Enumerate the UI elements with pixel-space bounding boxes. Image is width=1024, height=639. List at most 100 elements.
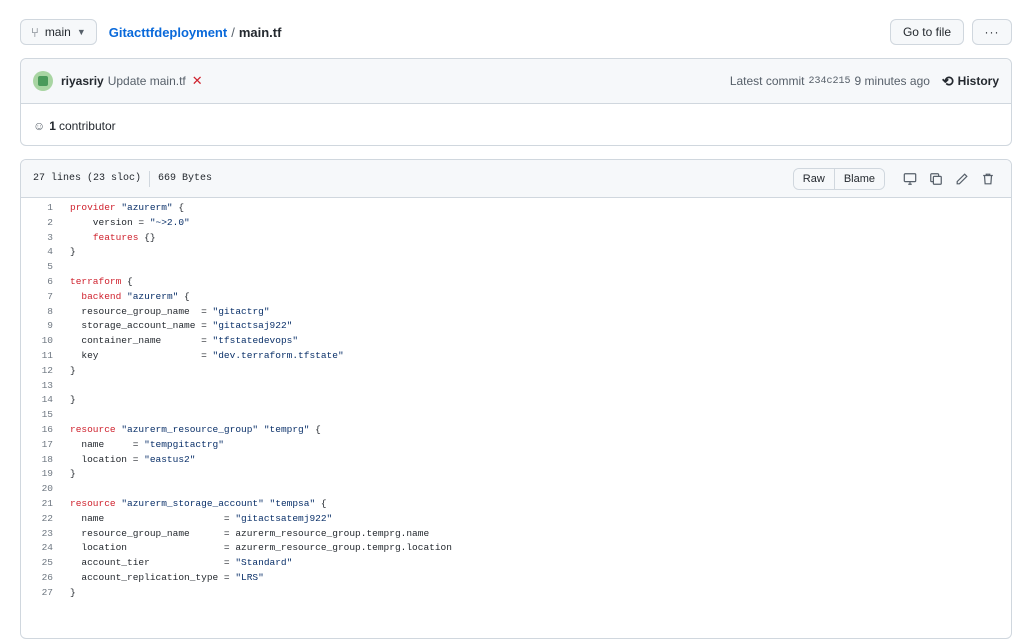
- code-text: location = azurerm_resource_group.temprg…: [70, 542, 452, 554]
- file-actions: Raw Blame: [792, 167, 999, 190]
- failed-status-icon[interactable]: ✕: [192, 73, 203, 89]
- code-text: resource_group_name = "gitactrg": [70, 305, 270, 317]
- code-line: 14}: [21, 393, 1011, 408]
- latest-commit-row: riyasriy Update main.tf ✕ Latest commit …: [21, 59, 1011, 104]
- line-number[interactable]: 15: [21, 408, 70, 423]
- commit-sha[interactable]: 234c215: [809, 76, 851, 87]
- code-text: name = "tempgitactrg": [70, 438, 224, 450]
- header-divider: [149, 170, 151, 187]
- line-number[interactable]: 3: [21, 231, 70, 246]
- line-number[interactable]: 13: [21, 379, 70, 394]
- code-line: 8 resource_group_name = "gitactrg": [21, 305, 1011, 320]
- code-line: 7 backend "azurerm" {: [21, 290, 1011, 305]
- line-number[interactable]: 1: [21, 201, 70, 216]
- contributors-row[interactable]: ☺ 1 contributor: [21, 104, 1011, 147]
- breadcrumb: Gitacttfdeployment / main.tf: [109, 25, 282, 40]
- code-line: 17 name = "tempgitactrg": [21, 438, 1011, 453]
- line-number[interactable]: 21: [21, 497, 70, 512]
- line-number[interactable]: 8: [21, 305, 70, 320]
- line-number[interactable]: 18: [21, 453, 70, 468]
- code-text: location = "eastus2": [70, 453, 196, 465]
- avatar[interactable]: [33, 71, 53, 91]
- raw-blame-group: Raw Blame: [792, 167, 885, 190]
- pencil-icon[interactable]: [951, 168, 973, 190]
- desktop-icon[interactable]: [899, 168, 921, 190]
- file-viewer: 27 lines (23 sloc) 669 Bytes Raw Blame 1…: [20, 159, 1012, 639]
- code-line: 22 name = "gitactsatemj922": [21, 512, 1011, 527]
- code-table: 1 provider "azurerm" {2 version = "~>2.0"…: [21, 198, 1011, 601]
- commit-info-box: riyasriy Update main.tf ✕ Latest commit …: [20, 58, 1012, 146]
- code-line: 20: [21, 482, 1011, 497]
- code-line: 3 features {}: [21, 231, 1011, 246]
- code-line: 10 container_name = "tfstatedevops": [21, 334, 1011, 349]
- people-icon: ☺: [33, 118, 46, 133]
- code-text: }: [70, 468, 76, 480]
- code-text: container_name = "tfstatedevops": [70, 335, 299, 347]
- git-branch-icon: ⑂: [31, 24, 39, 40]
- line-number[interactable]: 6: [21, 275, 70, 290]
- file-size: 669 Bytes: [158, 173, 213, 184]
- commit-author[interactable]: riyasriy: [61, 74, 104, 88]
- code-text: }: [70, 586, 76, 598]
- code-text: }: [70, 364, 76, 376]
- code-line: 19}: [21, 467, 1011, 482]
- code-text: resource "azurerm_storage_account" "temp…: [70, 497, 327, 509]
- line-number[interactable]: 5: [21, 260, 70, 275]
- repo-link[interactable]: Gitacttfdeployment: [109, 25, 227, 40]
- line-number[interactable]: 20: [21, 482, 70, 497]
- line-count-info: 27 lines (23 sloc): [33, 173, 142, 184]
- line-number[interactable]: 16: [21, 423, 70, 438]
- code-line: 25 account_tier = "Standard": [21, 556, 1011, 571]
- history-link[interactable]: ⟲ History: [942, 73, 999, 90]
- copy-icon[interactable]: [925, 168, 947, 190]
- trash-icon[interactable]: [977, 168, 999, 190]
- code-text: }: [70, 394, 76, 406]
- code-text: features {}: [92, 231, 156, 243]
- line-number[interactable]: 26: [21, 571, 70, 586]
- code-line: 26 account_replication_type = "LRS": [21, 571, 1011, 586]
- line-number[interactable]: 10: [21, 334, 70, 349]
- branch-selector-button[interactable]: ⑂ main ▼: [20, 19, 97, 45]
- code-line: 18 location = "eastus2": [21, 453, 1011, 468]
- blame-button[interactable]: Blame: [833, 168, 884, 189]
- line-number[interactable]: 23: [21, 527, 70, 542]
- go-to-file-button[interactable]: Go to file: [889, 19, 964, 45]
- commit-message[interactable]: Update main.tf: [108, 74, 186, 88]
- code-text: provider "azurerm" {: [70, 202, 185, 213]
- history-icon: ⟲: [941, 72, 954, 89]
- code-text: resource "azurerm_resource_group" "tempr…: [70, 423, 321, 435]
- line-number[interactable]: 27: [21, 586, 70, 601]
- code-text: version = "~>2.0": [70, 216, 190, 228]
- file-navigation-bar: ⑂ main ▼ Gitacttfdeployment / main.tf Go t…: [20, 18, 1012, 46]
- line-number[interactable]: 4: [21, 245, 70, 260]
- commit-time: 9 minutes ago: [854, 74, 930, 88]
- code-text: backend "azurerm" {: [81, 290, 190, 302]
- code-line: 5: [21, 260, 1011, 275]
- code-text: name = "gitactsatemj922": [70, 512, 333, 524]
- line-number[interactable]: 19: [21, 467, 70, 482]
- line-number[interactable]: 25: [21, 556, 70, 571]
- top-actions: Go to file ···: [889, 19, 1012, 45]
- code-line: 13: [21, 379, 1011, 394]
- line-number[interactable]: 11: [21, 349, 70, 364]
- code-line: 2 version = "~>2.0": [21, 216, 1011, 231]
- line-number[interactable]: 12: [21, 364, 70, 379]
- raw-button[interactable]: Raw: [793, 168, 834, 189]
- code-line: 27}: [21, 586, 1011, 601]
- code-line: 1 provider "azurerm" {: [21, 201, 1011, 216]
- line-number[interactable]: 14: [21, 393, 70, 408]
- line-number[interactable]: 7: [21, 290, 70, 305]
- latest-commit-label: Latest commit: [729, 74, 805, 88]
- code-text: resource_group_name = azurerm_resource_g…: [70, 527, 430, 539]
- code-text: account_replication_type = "LRS": [70, 571, 264, 583]
- code-line: 23 resource_group_name = azurerm_resourc…: [21, 527, 1011, 542]
- code-text: key = "dev.terraform.tfstate": [70, 349, 344, 361]
- line-number[interactable]: 22: [21, 512, 70, 527]
- line-number[interactable]: 2: [21, 216, 70, 231]
- line-number[interactable]: 17: [21, 438, 70, 453]
- code-line: 11 key = "dev.terraform.tfstate": [21, 349, 1011, 364]
- more-options-button[interactable]: ···: [972, 19, 1012, 45]
- line-number[interactable]: 24: [21, 541, 70, 556]
- line-number[interactable]: 9: [21, 319, 70, 334]
- commit-meta: Latest commit 234c215 9 minutes ago ⟲ Hi…: [730, 73, 999, 90]
